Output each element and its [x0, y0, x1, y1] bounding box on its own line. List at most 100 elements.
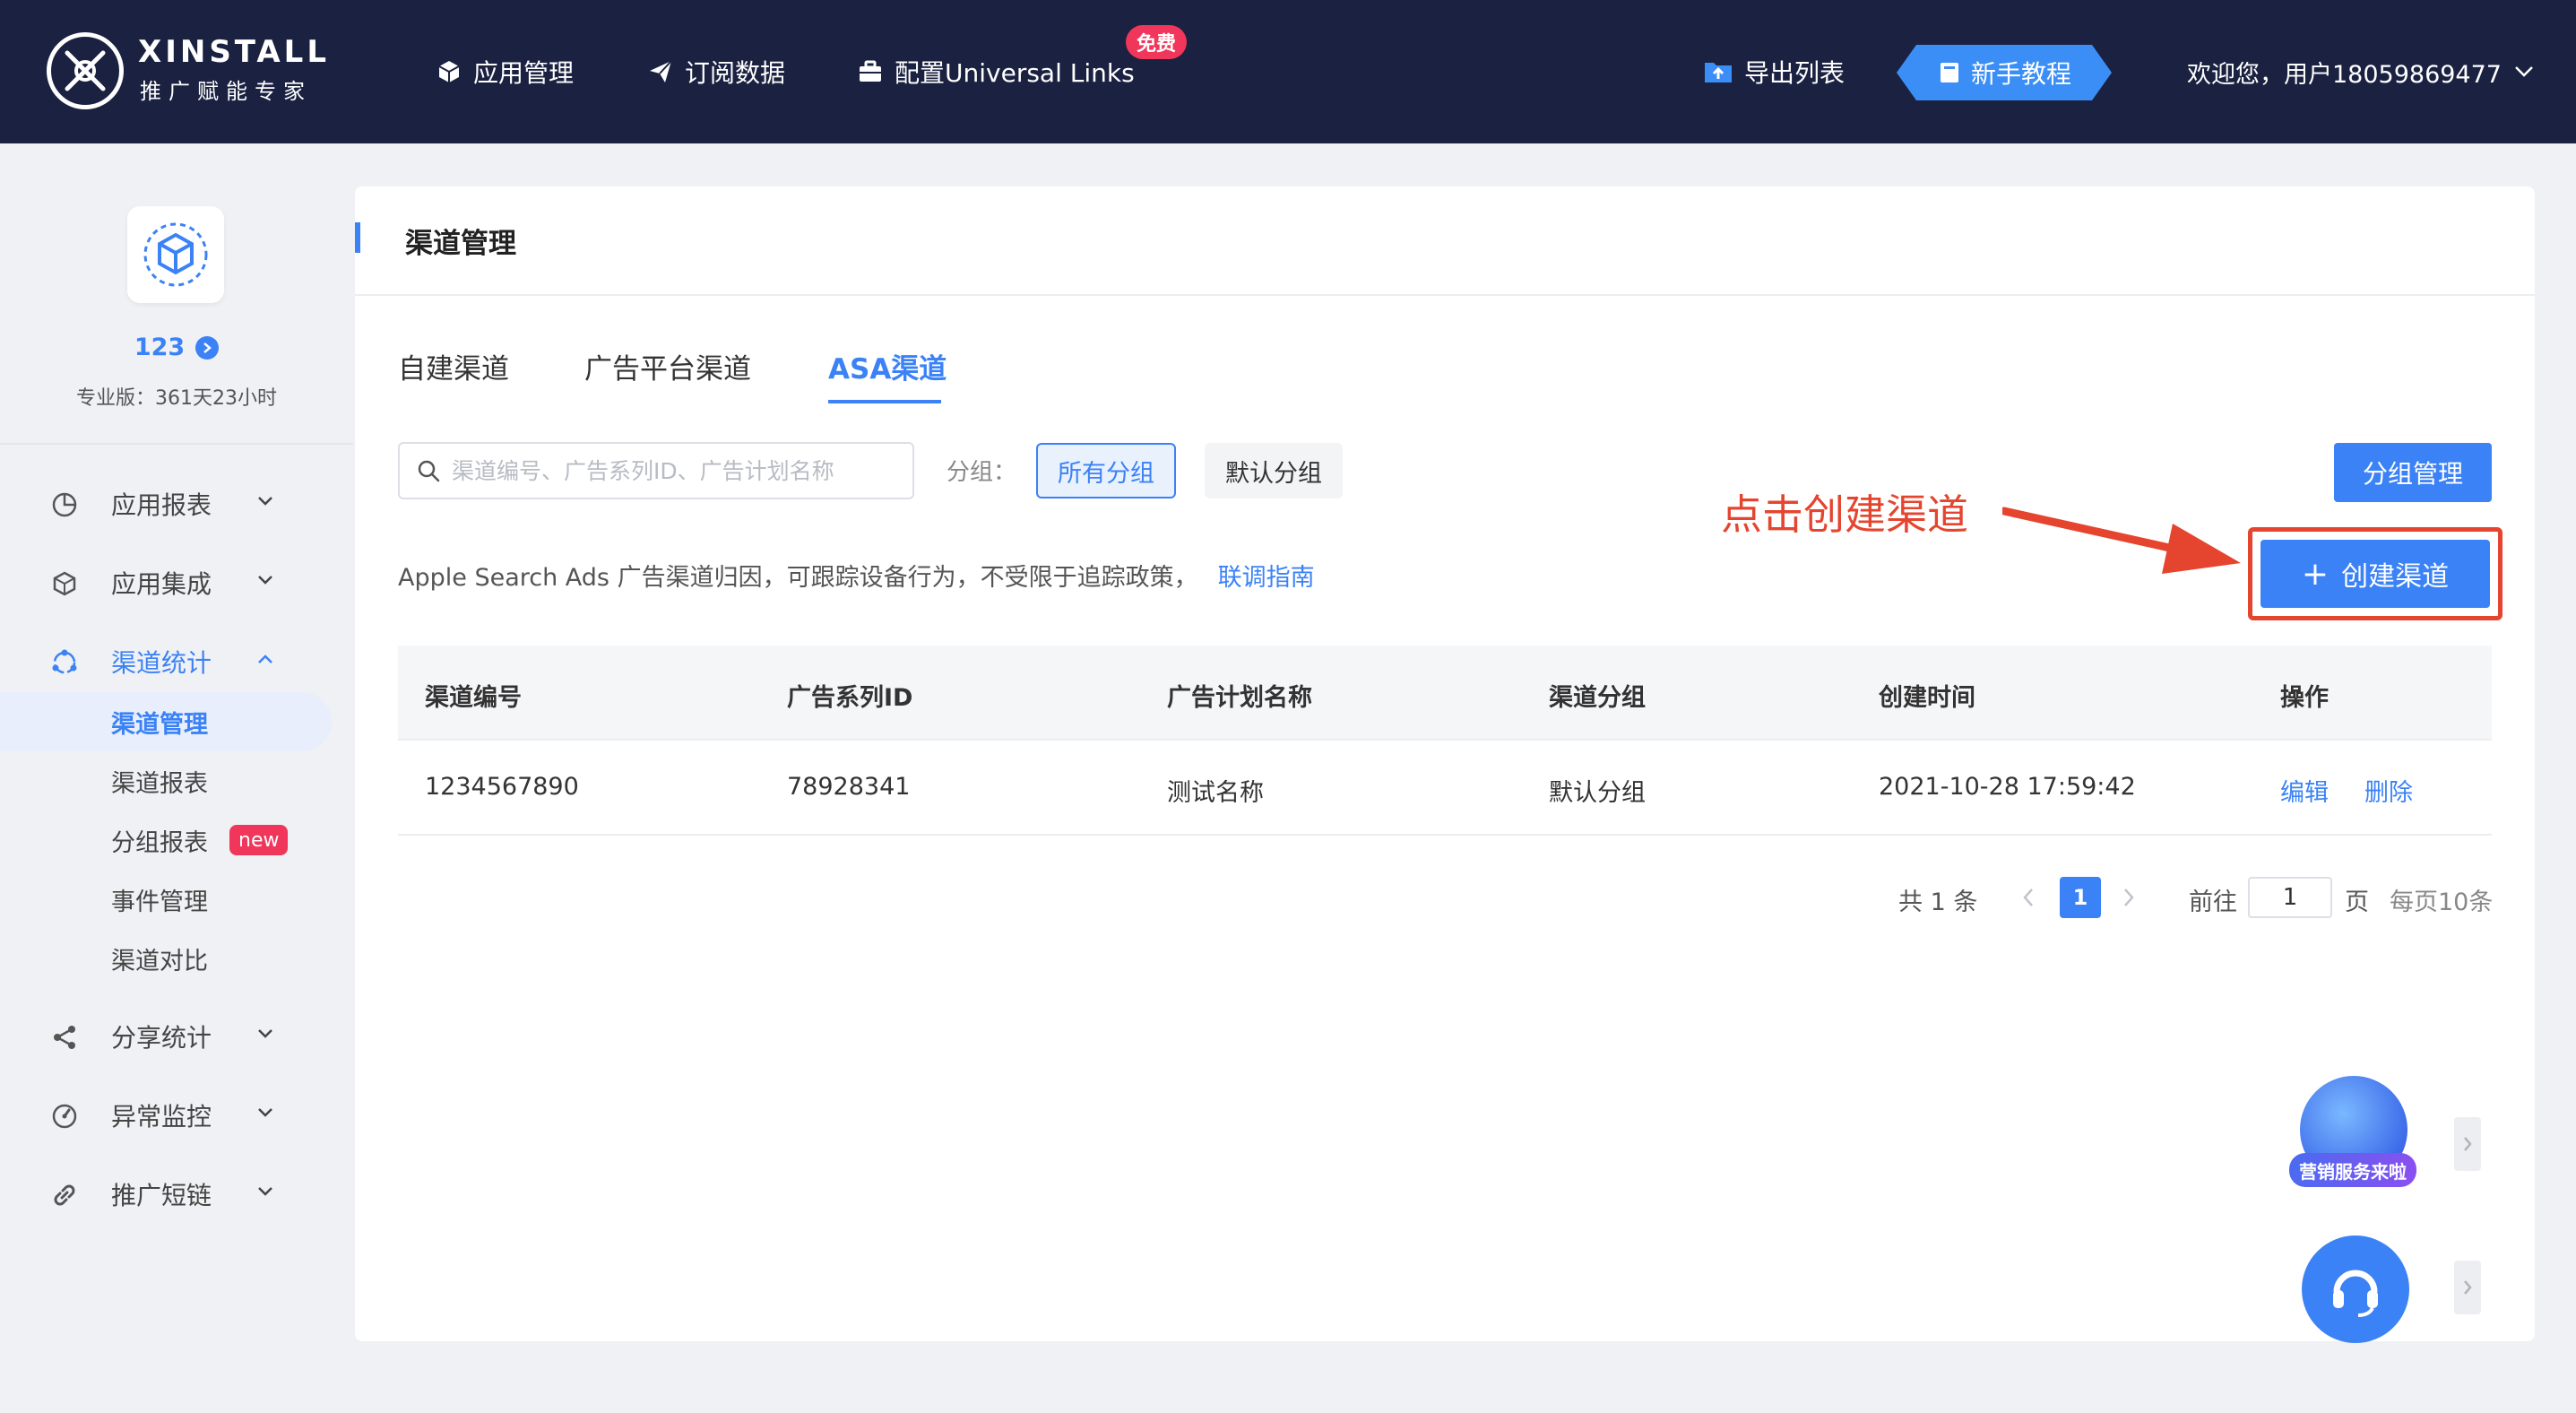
arrow-right-circle-icon — [195, 335, 220, 360]
active-tab-underline — [828, 400, 941, 403]
table-row: 1234567890 78928341 测试名称 默认分组 2021-10-28… — [398, 739, 2492, 836]
user-menu[interactable]: 欢迎您，用户18059869477 — [2187, 50, 2534, 93]
tutorial-button[interactable]: 新手教程 — [1897, 45, 2112, 100]
sidebar-subitem-label: 事件管理 — [111, 888, 208, 916]
group-filter-all[interactable]: 所有分组 — [1036, 443, 1176, 498]
sidebar-divider — [0, 443, 353, 445]
sidebar-item-share-stats[interactable]: 分享统计 — [0, 1010, 353, 1063]
chevron-right-icon — [2464, 1280, 2472, 1295]
pie-chart-icon — [52, 492, 77, 517]
nav-universal-links-label: 配置Universal Links — [895, 58, 1135, 88]
share-icon — [54, 1026, 75, 1049]
sidebar-item-anomaly-monitor[interactable]: 异常监控 — [0, 1088, 353, 1142]
nav-apps-label: 应用管理 — [473, 58, 575, 88]
support-collapse-tab[interactable] — [2454, 1261, 2481, 1314]
tab-ad-platform[interactable]: 广告平台渠道 — [584, 346, 751, 386]
search-box[interactable] — [398, 442, 914, 499]
welcome-text: 欢迎您，用户18059869477 — [2187, 60, 2502, 89]
sidebar-item-label: 应用集成 — [111, 569, 212, 599]
page-title: 渠道管理 — [405, 228, 516, 260]
sidebar-item-label: 分享统计 — [111, 1023, 212, 1053]
sidebar-subitem-channel-reports[interactable]: 渠道报表 — [0, 751, 353, 811]
integration-guide-link[interactable]: 联调指南 — [1218, 564, 1315, 592]
nav-subscriptions[interactable]: 订阅数据 — [647, 50, 785, 93]
pagination-total: 共 1 条 — [1898, 889, 1978, 916]
main-panel: 渠道管理 自建渠道 广告平台渠道 ASA渠道 分组： 所有分组 默认分组 分组管… — [355, 186, 2535, 1341]
promo-collapse-tab[interactable] — [2454, 1117, 2481, 1171]
title-divider — [355, 294, 2535, 296]
briefcase-icon — [860, 60, 881, 82]
chevron-down-icon — [258, 1029, 272, 1038]
brand-name: XINSTALL — [138, 34, 331, 70]
cell-campaign-id: 78928341 — [787, 773, 911, 801]
book-icon — [1940, 63, 1958, 82]
app-icon[interactable] — [127, 206, 224, 303]
promo-label: 营销服务来啦 — [2289, 1153, 2416, 1187]
gauge-icon — [52, 1104, 77, 1129]
sidebar-subitem-channel-manage[interactable]: 渠道管理 — [0, 692, 332, 751]
column-header: 广告系列ID — [787, 684, 913, 712]
folder-upload-icon — [1705, 63, 1732, 82]
annotation-arrow-icon — [2002, 507, 2241, 574]
chevron-down-icon — [2515, 66, 2533, 77]
marketing-promo-widget[interactable]: 营销服务来啦 — [2289, 1076, 2422, 1191]
brand-logo[interactable]: XINSTALL 推广赋能专家 — [47, 29, 369, 115]
search-icon — [418, 460, 440, 482]
delete-link[interactable]: 删除 — [2364, 773, 2413, 808]
chevron-down-icon — [258, 1187, 272, 1196]
cell-channel-id: 1234567890 — [425, 773, 579, 801]
tutorial-label: 新手教程 — [1970, 59, 2071, 89]
column-header: 渠道编号 — [425, 684, 522, 712]
column-header: 操作 — [2280, 684, 2329, 712]
nav-apps[interactable]: 应用管理 — [436, 50, 574, 93]
app-name[interactable]: 123 — [0, 334, 353, 361]
next-page-icon[interactable] — [2121, 886, 2137, 909]
tab-asa[interactable]: ASA渠道 — [828, 346, 947, 386]
plus-icon: + — [2301, 555, 2330, 593]
sidebar-item-label: 异常监控 — [111, 1102, 212, 1131]
chevron-down-icon — [258, 1108, 272, 1117]
group-manage-button[interactable]: 分组管理 — [2334, 443, 2492, 502]
sidebar-item-app-integration[interactable]: 应用集成 — [0, 556, 353, 610]
export-list-link[interactable]: 导出列表 — [1703, 50, 1845, 93]
nav-subscriptions-label: 订阅数据 — [685, 58, 786, 88]
paper-plane-icon — [650, 60, 672, 82]
table-header: 渠道编号 广告系列ID 广告计划名称 渠道分组 创建时间 操作 — [398, 646, 2492, 739]
column-header: 广告计划名称 — [1167, 684, 1312, 712]
goto-page-input[interactable]: 1 — [2248, 877, 2332, 918]
group-filter-default[interactable]: 默认分组 — [1205, 443, 1343, 498]
search-input[interactable] — [452, 457, 900, 484]
app-plan: 专业版：361天23小时 — [76, 387, 277, 410]
sidebar-item-app-reports[interactable]: 应用报表 — [0, 477, 353, 531]
page-size-label[interactable]: 每页10条 — [2390, 882, 2493, 917]
sidebar-subitem-event-manage[interactable]: 事件管理 — [0, 870, 353, 929]
export-list-label: 导出列表 — [1744, 58, 1846, 88]
cell-plan-name: 测试名称 — [1167, 779, 1264, 807]
chevron-up-icon — [258, 654, 272, 663]
tab-self-built[interactable]: 自建渠道 — [398, 346, 509, 386]
group-filter-label: 分组： — [947, 459, 1017, 486]
sidebar-subitem-channel-compare[interactable]: 渠道对比 — [0, 929, 353, 988]
sidebar-item-short-links[interactable]: 推广短链 — [0, 1167, 353, 1221]
nav-universal-links[interactable]: 配置Universal Links — [857, 50, 1135, 93]
sidebar-item-label: 应用报表 — [111, 490, 212, 520]
edit-link[interactable]: 编辑 — [2280, 773, 2329, 808]
info-line: Apple Search Ads 广告渠道归因，可跟踪设备行为，不受限于追踪政策… — [398, 558, 1315, 593]
goto-label: 前往 — [2189, 889, 2237, 916]
customer-support-button[interactable] — [2302, 1235, 2409, 1343]
free-badge: 免费 — [1126, 25, 1188, 59]
cell-group: 默认分组 — [1549, 779, 1646, 807]
sidebar-item-label: 渠道统计 — [111, 648, 212, 678]
sidebar-item-channel-stats[interactable]: 渠道统计 — [0, 635, 353, 689]
sidebar-item-label: 推广短链 — [111, 1181, 212, 1210]
cell-created-time: 2021-10-28 17:59:42 — [1879, 773, 2136, 801]
sidebar-subitem-label: 渠道对比 — [111, 947, 208, 975]
page-unit-label: 页 — [2345, 889, 2369, 916]
top-navbar: XINSTALL 推广赋能专家 应用管理 订阅数据 配置Universal Li… — [0, 0, 2576, 143]
page-number-current[interactable]: 1 — [2060, 877, 2101, 918]
prev-page-icon[interactable] — [2020, 886, 2036, 909]
sidebar-subitem-group-reports[interactable]: 分组报表 new — [0, 811, 353, 870]
new-badge: new — [229, 825, 289, 855]
annotation-text: 点击创建渠道 — [1721, 490, 1968, 539]
create-channel-button[interactable]: + 创建渠道 — [2260, 540, 2490, 608]
